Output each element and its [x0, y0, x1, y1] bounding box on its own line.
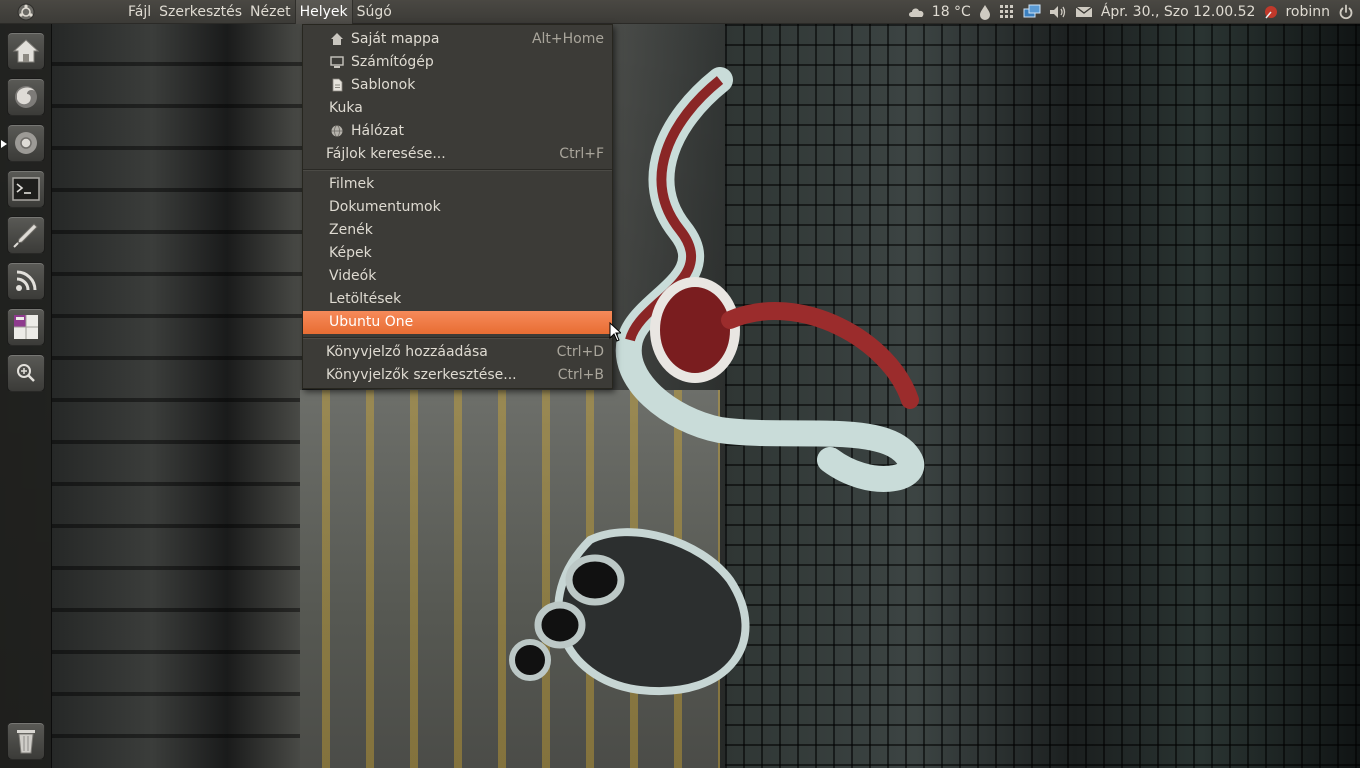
grid-dots-icon [999, 5, 1013, 18]
places-menu: Saját mappa Alt+Home Számítógép Sablonok… [302, 24, 613, 389]
grid-indicator[interactable] [995, 0, 1019, 24]
menu-separator [303, 166, 612, 173]
menu-item-bookmark[interactable]: Letöltések [303, 288, 612, 311]
menu-item-label: Képek [329, 245, 372, 261]
menu-item-network[interactable]: Hálózat [303, 120, 612, 143]
menu-help[interactable]: Súgó [353, 0, 396, 24]
menu-item-add-bookmark[interactable]: Könyvjelző hozzáadása Ctrl+D [303, 341, 612, 364]
launcher-dash-search[interactable] [7, 354, 45, 392]
menu-item-label: Hálózat [351, 123, 404, 139]
launcher-chromium[interactable] [1, 124, 45, 162]
network-globe-icon [331, 125, 343, 137]
menu-item-accelerator: Ctrl+D [556, 344, 604, 360]
menu-item-label: Videók [329, 268, 377, 284]
menu-item-label: Könyvjelzők szerkesztése... [326, 367, 517, 383]
menu-item-bookmark[interactable]: Dokumentumok [303, 196, 612, 219]
cloud-icon [908, 8, 924, 17]
menu-item-ubuntu-one[interactable]: Ubuntu One [303, 311, 612, 334]
drop-indicator[interactable] [975, 0, 995, 24]
launcher-trash[interactable] [7, 722, 45, 760]
menu-item-label: Kuka [329, 100, 363, 116]
drop-icon [979, 5, 990, 20]
weather-indicator[interactable]: 18 °C [903, 0, 975, 24]
workspaces-icon [14, 315, 38, 339]
rss-icon [16, 270, 37, 291]
firefox-icon [15, 86, 37, 108]
menu-item-bookmark[interactable]: Filmek [303, 173, 612, 196]
menu-item-label: Sablonok [351, 77, 416, 93]
home-icon [12, 39, 40, 63]
top-panel: Fájl Szerkesztés Nézet Helyek Súgó 18 °C [0, 0, 1360, 24]
menu-item-search-files[interactable]: Fájlok keresése... Ctrl+F [303, 143, 612, 166]
menu-item-label: Letöltések [329, 291, 402, 307]
ubuntu-logo-button[interactable] [0, 0, 52, 24]
menu-item-label: Saját mappa [351, 31, 440, 47]
launcher-home-folder[interactable] [7, 32, 45, 70]
menu-places[interactable]: Helyek [294, 0, 353, 24]
menu-item-accelerator: Alt+Home [531, 31, 604, 47]
ubuntu-logo-icon [17, 3, 35, 20]
menu-item-label: Zenék [329, 222, 373, 238]
home-icon [331, 33, 343, 45]
launcher-inkscape[interactable] [7, 216, 45, 254]
global-menubar: Fájl Szerkesztés Nézet Helyek Súgó [120, 0, 396, 24]
menu-item-accelerator: Ctrl+B [557, 367, 604, 383]
chromium-icon [15, 132, 37, 154]
speaker-icon [1049, 6, 1065, 18]
user-status-icon [1265, 6, 1278, 19]
computer-icon [330, 56, 344, 68]
menu-edit[interactable]: Szerkesztés [155, 0, 246, 24]
menu-item-label: Filmek [329, 176, 375, 192]
envelope-icon [1075, 6, 1093, 17]
launcher-feed-reader[interactable] [7, 262, 45, 300]
menu-item-bookmark[interactable]: Videók [303, 265, 612, 288]
template-icon [332, 78, 343, 92]
weather-temperature: 18 °C [931, 4, 971, 20]
menu-item-templates[interactable]: Sablonok [303, 74, 612, 97]
menu-view[interactable]: Nézet [246, 0, 295, 24]
volume-indicator[interactable] [1045, 0, 1071, 24]
user-name: robinn [1285, 4, 1330, 20]
menu-separator [303, 334, 612, 341]
trash-icon [17, 730, 35, 754]
menu-item-label: Fájlok keresése... [326, 146, 446, 162]
user-indicator[interactable]: robinn [1259, 0, 1334, 24]
indicator-area: 18 °C Ápr. 30., Szo 12.00.52 robinn [903, 0, 1360, 24]
network-icon [1023, 4, 1041, 18]
power-icon [1339, 4, 1353, 20]
launcher-firefox[interactable] [7, 78, 45, 116]
launcher-workspace-switcher[interactable] [7, 308, 45, 346]
menu-item-trash[interactable]: Kuka [303, 97, 612, 120]
magnifier-icon [17, 364, 35, 382]
launcher [0, 24, 52, 768]
messaging-indicator[interactable] [1071, 0, 1097, 24]
menu-file[interactable]: Fájl [124, 0, 155, 24]
clock-datetime: Ápr. 30., Szo 12.00.52 [1100, 4, 1256, 20]
clock-indicator[interactable]: Ápr. 30., Szo 12.00.52 [1097, 0, 1260, 24]
menu-item-label: Számítógép [351, 54, 434, 70]
session-indicator[interactable] [1334, 0, 1360, 24]
launcher-terminal[interactable] [7, 170, 45, 208]
wallpaper-building-left [52, 24, 302, 768]
mouse-cursor-icon [609, 322, 621, 342]
menu-item-accelerator: Ctrl+F [559, 146, 604, 162]
menu-item-label: Ubuntu One [329, 314, 414, 330]
menu-item-edit-bookmarks[interactable]: Könyvjelzők szerkesztése... Ctrl+B [303, 364, 612, 387]
menu-item-label: Könyvjelző hozzáadása [326, 344, 488, 360]
terminal-icon [12, 177, 40, 201]
menu-item-bookmark[interactable]: Zenék [303, 219, 612, 242]
pen-icon [13, 223, 38, 248]
menu-item-computer[interactable]: Számítógép [303, 51, 612, 74]
desktop-wallpaper [0, 0, 1360, 768]
menu-item-label: Dokumentumok [329, 199, 441, 215]
menu-item-bookmark[interactable]: Képek [303, 242, 612, 265]
network-indicator[interactable] [1019, 0, 1045, 24]
menu-item-home-folder[interactable]: Saját mappa Alt+Home [303, 28, 612, 51]
